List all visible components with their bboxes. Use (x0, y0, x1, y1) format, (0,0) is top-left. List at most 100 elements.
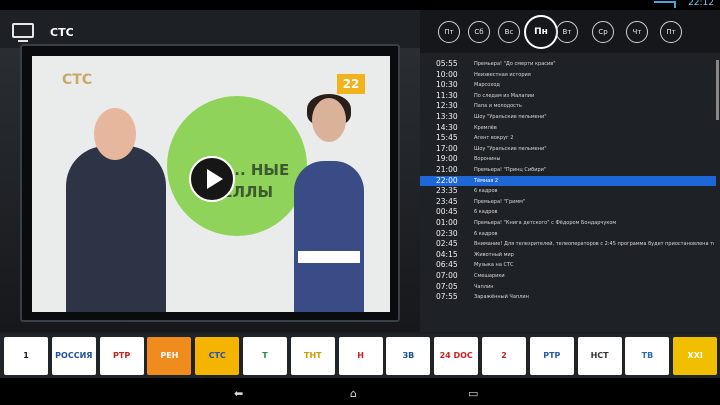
schedule-title: 6 кадров (474, 209, 498, 216)
schedule-time: 11:30 (436, 90, 458, 100)
schedule-title: Внимание! Для телезрителей, телеоператор… (474, 241, 714, 248)
schedule-time: 22:00 (436, 175, 458, 185)
schedule-row[interactable]: 06:45 Музыка на СТС (420, 260, 716, 271)
video-frame[interactable]: ПЕР... НЫЕ БЕЛЛЫ СТС 22 (32, 56, 390, 312)
schedule-time: 12:30 (436, 101, 458, 111)
schedule-time: 14:30 (436, 122, 458, 132)
schedule-time: 17:00 (436, 143, 458, 153)
schedule-title: Шоу "Уральские пельмени" (474, 145, 547, 152)
presenter-woman-belt (298, 251, 360, 263)
channel-tile[interactable]: СТС (195, 337, 240, 375)
schedule-row[interactable]: 15:45 Агент вокруг 2 (420, 133, 716, 144)
schedule-time: 15:45 (436, 133, 458, 143)
schedule-row[interactable]: 02:45 Внимание! Для телезрителей, телеопе… (420, 239, 716, 250)
schedule-title: Заражённый Чаплин (474, 294, 529, 301)
schedule-time: 02:30 (436, 228, 458, 238)
channel-tile[interactable]: РОССИЯ 1 (51, 337, 96, 375)
schedule-time: 07:55 (436, 292, 458, 302)
schedule-row[interactable]: 23:45 Премьера! "Гримм" (420, 197, 716, 208)
schedule-time: 23:35 (436, 186, 458, 196)
day-2[interactable]: Вс (498, 21, 520, 43)
schedule-row[interactable]: 17:00 Шоу "Уральские пельмени" (420, 144, 716, 155)
schedule-row[interactable]: 00:45 6 кадров (420, 207, 716, 218)
schedule-row[interactable]: 07:55 Заражённый Чаплин (420, 292, 716, 303)
back-icon[interactable]: ⬅ (234, 387, 243, 400)
schedule-title: Животный мир (474, 251, 514, 258)
schedule-list[interactable]: 05:55 Премьера! "До смерти красив" 10:00 Не… (420, 53, 720, 332)
day-4[interactable]: Вт (556, 21, 578, 43)
channel-tile[interactable]: Т (243, 337, 287, 375)
schedule-title: Премьера! "Книга детского" с Фёдором Бон… (474, 220, 617, 226)
schedule-time: 19:00 (436, 154, 458, 164)
schedule-title: Чаплин (474, 283, 494, 290)
schedule-row[interactable]: 02:30 6 кадров (420, 229, 716, 240)
schedule-title: Музыка на СТС (474, 262, 514, 269)
day-3[interactable]: Пн (524, 15, 558, 49)
presenter-woman (294, 161, 364, 312)
age-badge: 22 (337, 74, 365, 94)
schedule-title: Премьера! "Принц Сибири" (474, 167, 547, 173)
channel-tile[interactable]: ТВ (625, 337, 670, 375)
schedule-row[interactable]: 21:00 Премьера! "Принц Сибири" (420, 165, 716, 176)
schedule-title: Воронины (474, 156, 501, 163)
schedule-title: Премьера! "До смерти красив" (474, 61, 556, 67)
schedule-row[interactable]: 12:30 Папа и молодость (420, 101, 716, 112)
schedule-time: 23:45 (436, 196, 458, 206)
schedule-row[interactable]: 10:30 Марсоход (420, 80, 716, 91)
channel-tile[interactable]: ТНТ (290, 337, 335, 375)
day-6[interactable]: Чт (626, 21, 648, 43)
schedule-time: 13:30 (436, 112, 458, 121)
status-time: 22:12 (688, 0, 714, 8)
header: СТС (0, 10, 420, 48)
day-1[interactable]: Сб (468, 21, 490, 43)
day-0[interactable]: Пт (438, 21, 460, 43)
schedule-scrollbar[interactable] (716, 60, 719, 120)
schedule-title: Папа и молодость (474, 103, 522, 110)
play-icon[interactable] (189, 156, 235, 202)
channel-tile[interactable]: ЗВ (386, 337, 431, 375)
channel-tile[interactable]: РЕН (147, 337, 192, 375)
schedule-time: 21:00 (436, 165, 458, 174)
nav-bar: ⬅ ⌂ ▭ (0, 378, 720, 405)
schedule-row[interactable]: 13:30 Шоу "Уральские пельмени" (420, 112, 716, 123)
schedule-row[interactable]: 05:55 Премьера! "До смерти красив" (420, 59, 716, 70)
channel-tile[interactable]: РТР (99, 337, 144, 375)
channel-tile[interactable]: НСТ (577, 337, 622, 375)
channel-tile[interactable]: 2 (482, 337, 526, 375)
day-5[interactable]: Ср (592, 21, 614, 43)
schedule-time: 07:05 (436, 281, 458, 291)
schedule-row[interactable]: 19:00 Воронины (420, 154, 716, 165)
status-bar: 22:12 (0, 0, 720, 10)
recents-icon[interactable]: ▭ (468, 387, 478, 400)
schedule-time: 07:00 (436, 271, 458, 280)
channel-tile[interactable]: 24 DOC (434, 337, 479, 375)
day-7[interactable]: Пт (660, 21, 682, 43)
schedule-title: Марсоход (474, 82, 500, 89)
tv-icon[interactable] (12, 23, 34, 42)
channel-logo: СТС (62, 72, 93, 88)
presenter-woman-head (312, 98, 346, 142)
schedule-title: Агент вокруг 2 (474, 135, 514, 142)
channel-tile[interactable]: 1 (4, 337, 48, 375)
schedule-row[interactable]: 23:35 6 кадров (420, 186, 716, 197)
schedule-title: Тёмная 2 (474, 177, 499, 184)
schedule-time: 01:00 (436, 218, 458, 227)
app-root: 22:12 СТС ПЕР... НЫЕ БЕЛЛЫ СТС 22 Пт Сб Вс… (0, 0, 720, 405)
channel-tile[interactable]: XXI (673, 337, 718, 375)
schedule-row[interactable]: 07:05 Чаплин (420, 282, 716, 293)
channel-tile[interactable]: Н (338, 337, 383, 375)
schedule-title: Кремлёв (474, 124, 497, 131)
home-icon[interactable]: ⌂ (350, 387, 357, 400)
schedule-title: По следам из Малапии (474, 92, 535, 99)
schedule-row[interactable]: 04:15 Животный мир (420, 250, 716, 261)
schedule-row[interactable]: 07:00 Смешарики (420, 271, 716, 282)
channel-tile[interactable]: РТР (529, 337, 574, 375)
schedule-row[interactable]: 10:00 Неизвестная история (420, 70, 716, 81)
schedule-row[interactable]: 11:30 По следам из Малапии (420, 91, 716, 102)
schedule-time: 05:55 (436, 59, 458, 68)
schedule-row[interactable]: 01:00 Премьера! "Книга детского" с Фёдоро… (420, 218, 716, 229)
schedule-row[interactable]: 22:00 Тёмная 2 (420, 175, 716, 187)
wifi-icon (654, 1, 676, 8)
schedule-time: 00:45 (436, 207, 458, 217)
schedule-row[interactable]: 14:30 Кремлёв (420, 123, 716, 134)
